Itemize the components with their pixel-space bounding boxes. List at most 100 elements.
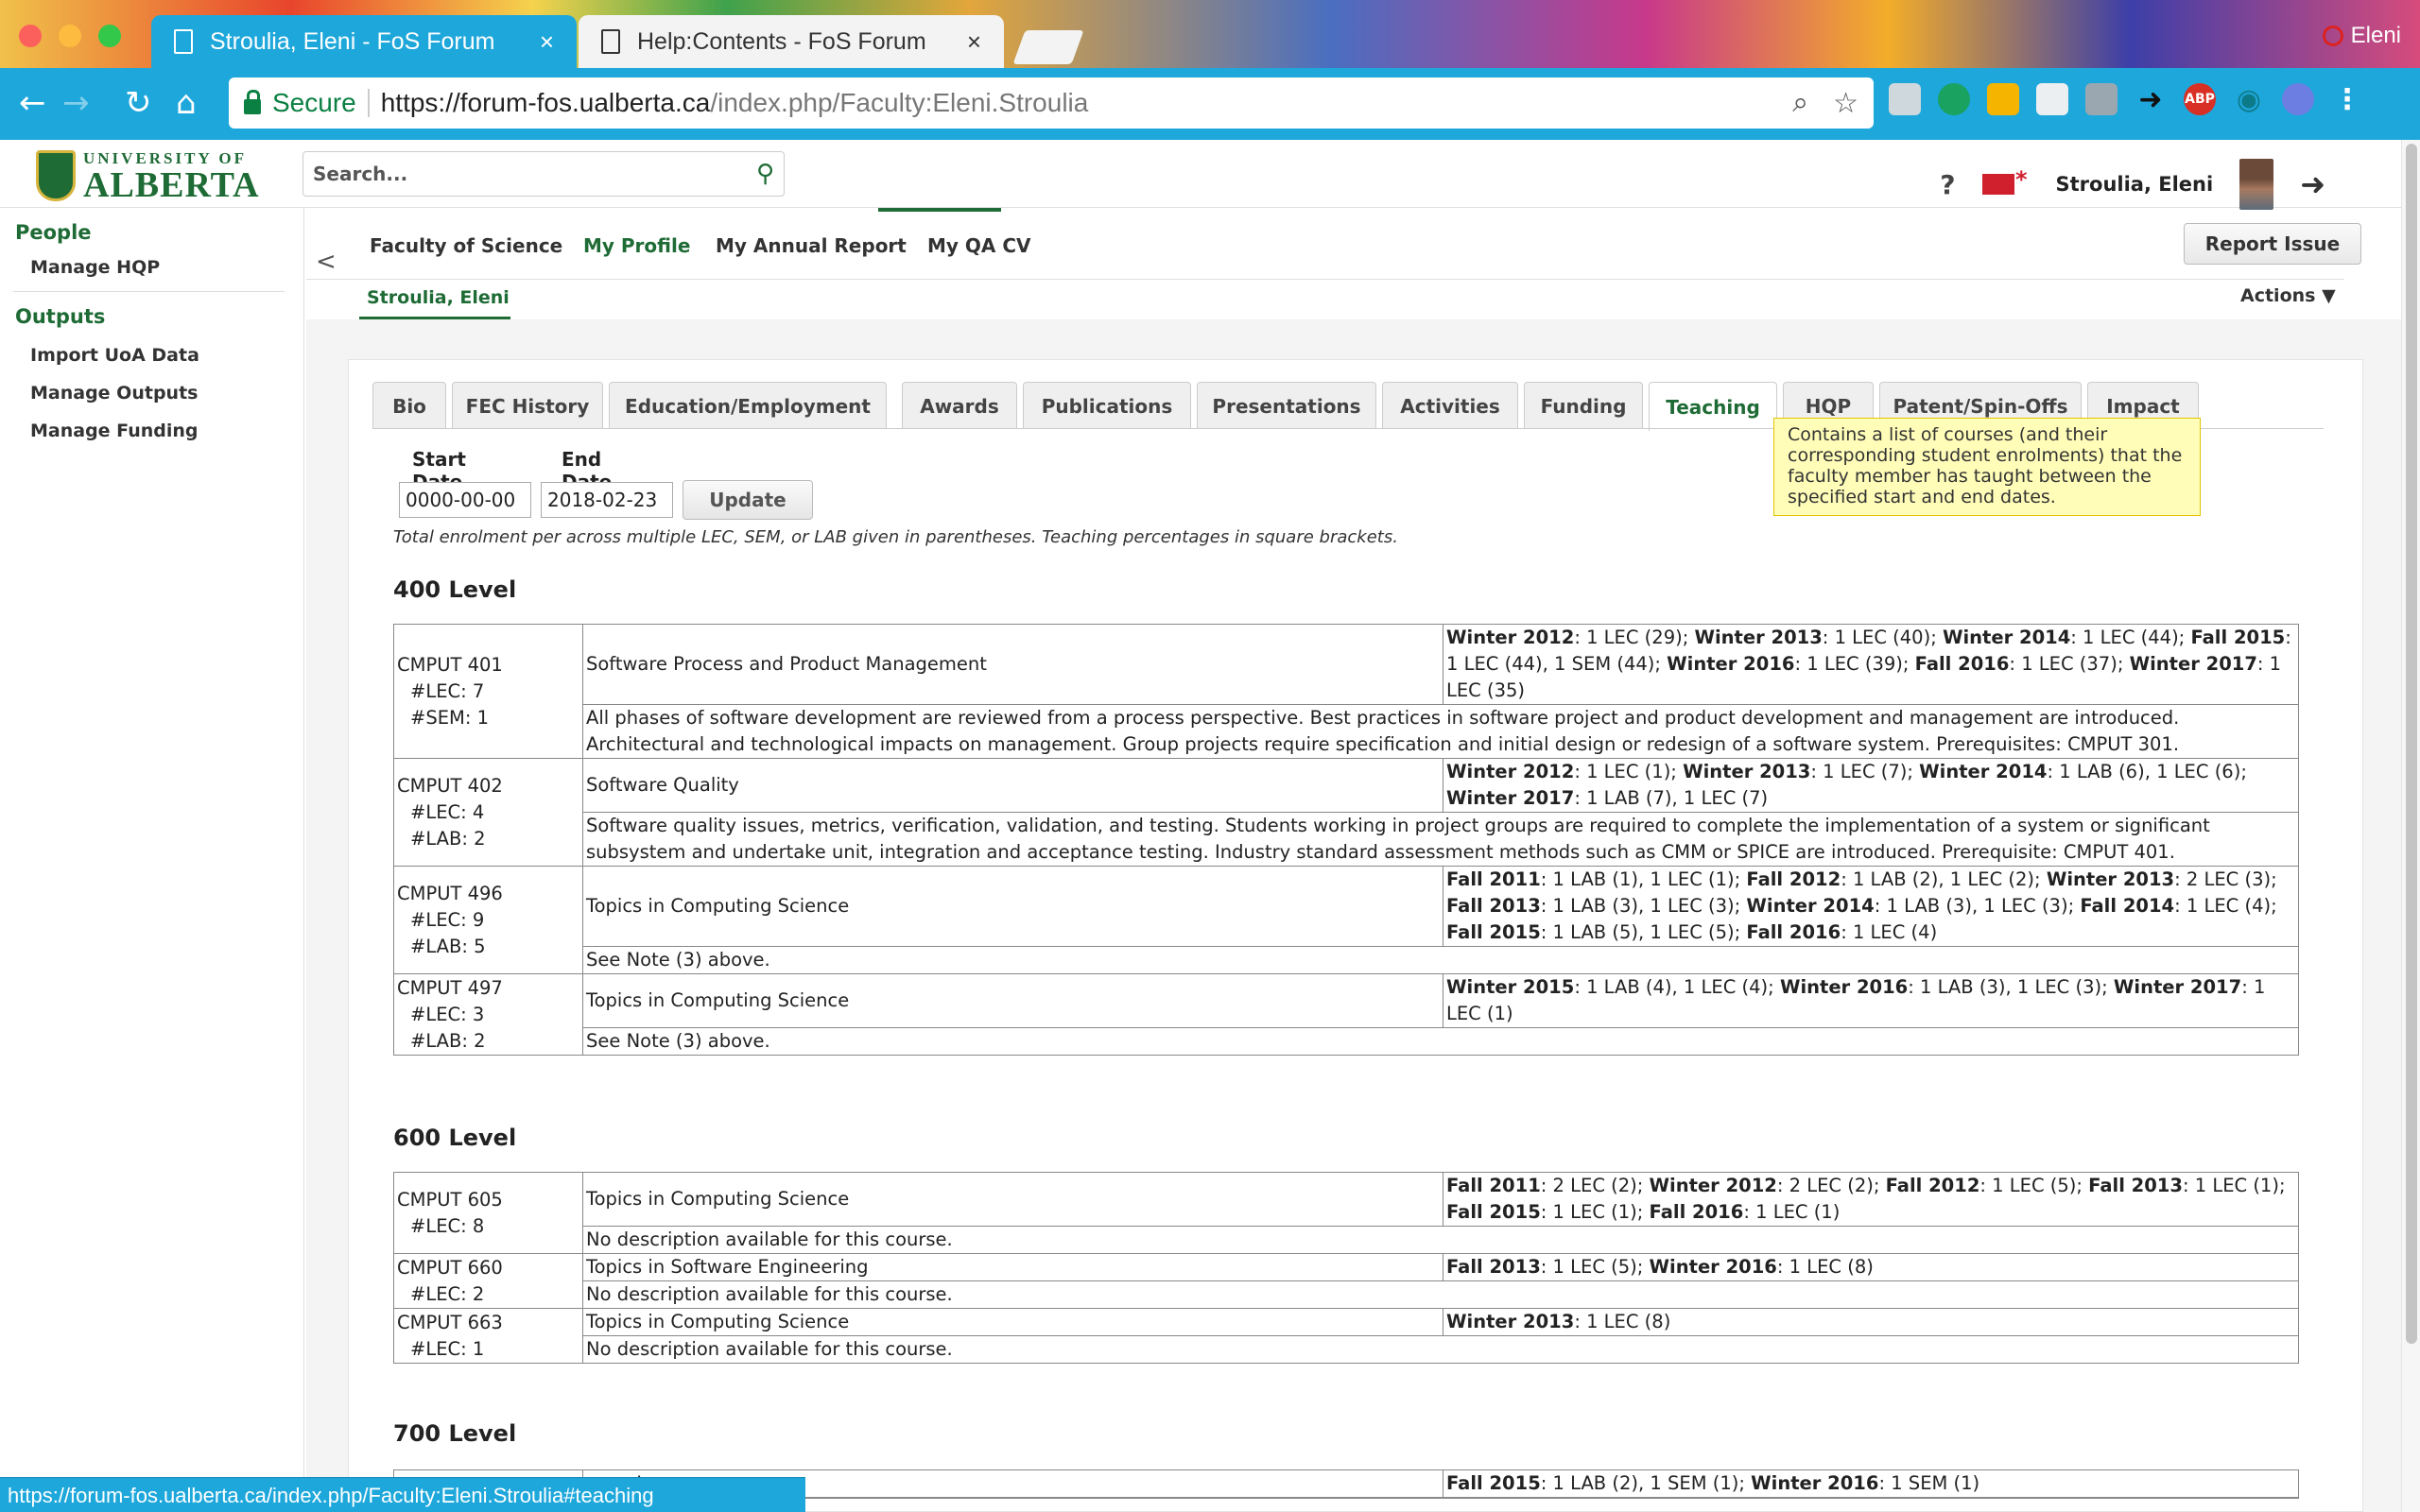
scrollbar-thumb[interactable] bbox=[2406, 144, 2417, 1344]
end-date-input[interactable] bbox=[541, 482, 673, 518]
tab-teaching[interactable]: Teaching bbox=[1649, 382, 1777, 431]
lock-icon bbox=[244, 90, 261, 114]
chat-extension-icon[interactable] bbox=[1938, 83, 1970, 115]
cast-extension-icon[interactable] bbox=[2036, 83, 2068, 115]
drive-extension-icon[interactable] bbox=[2085, 83, 2118, 115]
nav-my-profile[interactable]: My Profile bbox=[583, 234, 690, 257]
term-label: Fall 2016 bbox=[1914, 653, 2010, 675]
menu-kebab-icon[interactable]: ⋮ bbox=[2331, 83, 2363, 116]
address-bar[interactable]: Secure https://forum-fos.ualberta.ca /in… bbox=[229, 77, 1874, 129]
term-label: Fall 2016 bbox=[1746, 921, 1841, 943]
share-arrow-icon[interactable]: ➜ bbox=[2135, 83, 2167, 116]
window-zoom-button[interactable] bbox=[98, 25, 121, 47]
tab-bio[interactable]: Bio bbox=[372, 382, 446, 429]
university-logo[interactable]: UNIVERSITY OF ALBERTA bbox=[36, 149, 260, 205]
term-label: Winter 2016 bbox=[1779, 976, 1909, 998]
tab-presentations[interactable]: Presentations bbox=[1197, 382, 1376, 429]
tab-funding[interactable]: Funding bbox=[1524, 382, 1643, 429]
sidebar-item-manage-hqp[interactable]: Manage HQP bbox=[0, 257, 303, 278]
course-code[interactable]: CMPUT 663 bbox=[397, 1310, 579, 1336]
search-icon[interactable]: ⚲ bbox=[756, 160, 774, 188]
close-tab-icon[interactable]: × bbox=[967, 27, 981, 57]
tab-activities[interactable]: Activities bbox=[1382, 382, 1518, 429]
table-row: CMPUT 497 #LEC: 3 #LAB: 2 Topics in Computi… bbox=[393, 973, 2299, 1056]
term-enrolment: : 2 LEC (2); bbox=[1540, 1175, 1650, 1196]
tab-awards[interactable]: Awards bbox=[902, 382, 1017, 429]
course-code-cell: CMPUT 402 #LEC: 4 #LAB: 2 bbox=[393, 758, 583, 867]
course-schedule: Winter 2015: 1 LAB (4), 1 LEC (4); Winte… bbox=[1443, 973, 2299, 1028]
start-date-input[interactable] bbox=[399, 482, 531, 518]
nav-my-qa-cv[interactable]: My QA CV bbox=[927, 234, 1031, 257]
section-count: #LEC: 2 bbox=[410, 1282, 485, 1305]
course-code[interactable]: CMPUT 496 bbox=[397, 881, 579, 907]
term-enrolment: : 1 LAB (3), 1 LEC (3); bbox=[1540, 895, 1747, 917]
forward-arrow-icon[interactable]: → bbox=[62, 87, 90, 119]
term-label: Winter 2017 bbox=[2113, 976, 2242, 998]
term-enrolment: : 1 LAB (3), 1 LEC (3); bbox=[1908, 976, 2114, 998]
term-enrolment: : 1 LAB (7), 1 LEC (7) bbox=[1574, 787, 1769, 809]
search-input[interactable] bbox=[313, 163, 756, 185]
course-description: No description available for this course… bbox=[582, 1226, 2299, 1254]
course-code[interactable]: CMPUT 660 bbox=[397, 1255, 579, 1281]
window-minimize-button[interactable] bbox=[59, 25, 81, 47]
course-code[interactable]: CMPUT 497 bbox=[397, 975, 579, 1002]
actions-dropdown[interactable]: Actions ▼ bbox=[2240, 285, 2336, 306]
course-code[interactable]: CMPUT 401 bbox=[397, 652, 579, 679]
term-label: Fall 2015 bbox=[1446, 1472, 1541, 1494]
course-description bbox=[582, 1497, 2299, 1499]
avatar[interactable] bbox=[2239, 159, 2274, 210]
tab-fec-history[interactable]: FEC History bbox=[452, 382, 603, 429]
term-label: Fall 2013 bbox=[2088, 1175, 2183, 1196]
table-row: All phases of software development are r… bbox=[394, 704, 2299, 759]
close-tab-icon[interactable]: × bbox=[540, 27, 554, 57]
user-name[interactable]: Stroulia, Eleni bbox=[2056, 173, 2214, 196]
mail-icon[interactable] bbox=[1981, 166, 2028, 195]
nav-my-annual-report[interactable]: My Annual Report bbox=[716, 234, 907, 257]
tab-education-employment[interactable]: Education/Employment bbox=[609, 382, 887, 429]
term-enrolment: : 1 LEC (5); bbox=[1979, 1175, 2089, 1196]
reload-icon[interactable]: ↻ bbox=[125, 87, 152, 119]
back-arrow-icon[interactable]: ← bbox=[19, 87, 46, 119]
zoom-magnifier-icon[interactable]: ⌕ bbox=[1792, 87, 1808, 120]
browser-tab-active[interactable]: Stroulia, Eleni - FoS Forum × bbox=[151, 15, 577, 68]
sidebar-heading-outputs: Outputs bbox=[15, 305, 106, 328]
eye-extension-icon[interactable]: ◉ bbox=[2233, 83, 2265, 116]
term-enrolment: : 1 LEC (4); bbox=[2174, 895, 2277, 917]
logo-line-2: ALBERTA bbox=[83, 165, 260, 205]
course-description: No description available for this course… bbox=[582, 1335, 2299, 1364]
adblock-icon[interactable]: ABP bbox=[2184, 83, 2216, 115]
browser-profile-button[interactable]: Eleni bbox=[2322, 23, 2401, 49]
term-enrolment: : 1 LEC (1) bbox=[1743, 1201, 1841, 1223]
sidebar-item-manage-outputs[interactable]: Manage Outputs bbox=[0, 383, 303, 404]
browser-tab-inactive[interactable]: Help:Contents - FoS Forum × bbox=[579, 15, 1004, 68]
sidebar-item-manage-funding[interactable]: Manage Funding bbox=[0, 421, 303, 441]
collapse-sidebar-button[interactable]: < bbox=[316, 248, 337, 276]
term-label: Winter 2016 bbox=[1649, 1256, 1777, 1278]
update-button[interactable]: Update bbox=[683, 480, 813, 520]
secure-label: Secure bbox=[272, 88, 356, 117]
report-issue-button[interactable]: Report Issue bbox=[2184, 223, 2361, 265]
breadcrumb[interactable]: Stroulia, Eleni bbox=[359, 280, 510, 319]
tab-publications[interactable]: Publications bbox=[1023, 382, 1191, 429]
teaching-tooltip: Contains a list of courses (and their co… bbox=[1773, 418, 2201, 516]
home-icon[interactable]: ⌂ bbox=[176, 87, 197, 119]
term-label: Winter 2012 bbox=[1649, 1175, 1777, 1196]
help-icon[interactable]: ? bbox=[1940, 169, 1955, 200]
sidebar-item-import-uoa-data[interactable]: Import UoA Data bbox=[0, 345, 303, 366]
courses-table-600: CMPUT 605 #LEC: 8 Topics in Computing Scie… bbox=[393, 1172, 2299, 1364]
term-label: Fall 2011 bbox=[1446, 1175, 1541, 1196]
term-enrolment: : 1 LAB (2), 1 SEM (1); bbox=[1540, 1472, 1752, 1494]
page-scrollbar[interactable] bbox=[2401, 140, 2420, 1512]
course-description: Software quality issues, metrics, verifi… bbox=[582, 812, 2299, 867]
extension-icon[interactable] bbox=[1889, 83, 1921, 115]
window-close-button[interactable] bbox=[19, 25, 42, 47]
term-enrolment: : 1 LAB (4), 1 LEC (4); bbox=[1574, 976, 1780, 998]
extension-icon[interactable] bbox=[2282, 83, 2314, 115]
nav-faculty-of-science[interactable]: Faculty of Science bbox=[370, 234, 562, 257]
bookmark-star-icon[interactable]: ☆ bbox=[1833, 87, 1858, 120]
logout-arrow-icon[interactable]: ➜ bbox=[2300, 166, 2325, 202]
course-code[interactable]: CMPUT 402 bbox=[397, 773, 579, 799]
new-tab-button[interactable] bbox=[1012, 30, 1084, 64]
rss-extension-icon[interactable] bbox=[1987, 83, 2019, 115]
course-code[interactable]: CMPUT 605 bbox=[397, 1187, 579, 1213]
